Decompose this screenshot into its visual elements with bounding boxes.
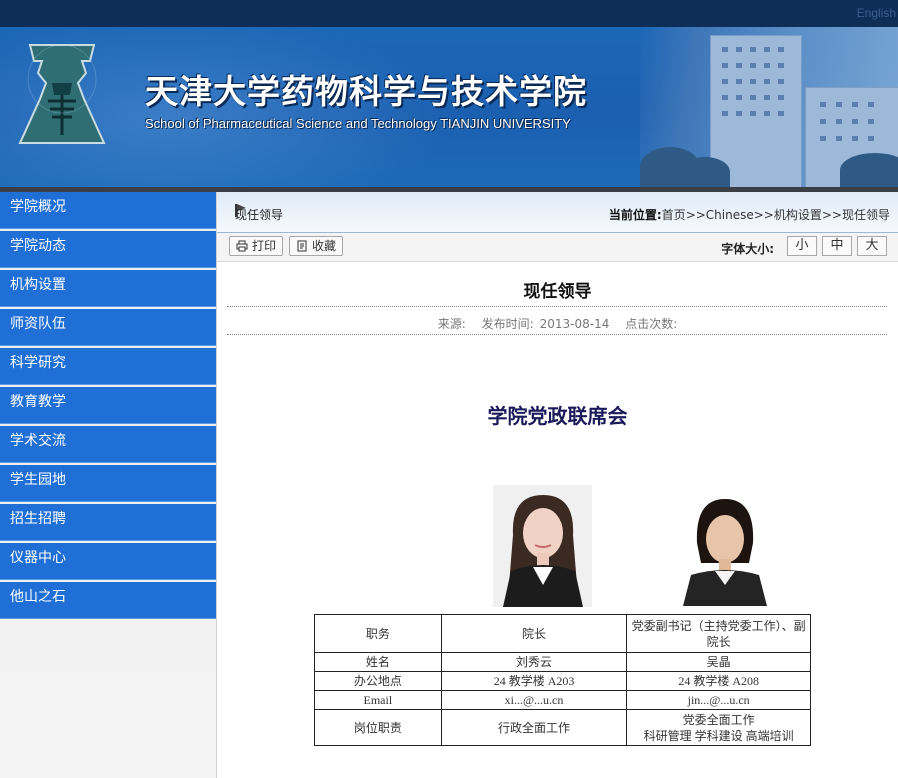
section-title: 学院党政联席会 — [487, 404, 628, 428]
breadcrumb-home[interactable]: 首页 — [662, 208, 686, 222]
sidebar-item-instrument-center[interactable]: 仪器中心 — [0, 543, 216, 580]
publish-date: 2013-08-14 — [539, 317, 610, 331]
bookmark-icon — [297, 240, 307, 252]
row-label: Email — [314, 690, 442, 710]
print-button[interactable]: 打印 — [229, 236, 284, 256]
breadcrumb-page-title: 现任领导 — [235, 208, 284, 222]
favorite-label: 收藏 — [312, 239, 337, 253]
sidebar-item-academic-exchange[interactable]: 学术交流 — [0, 426, 216, 463]
dean-name: 刘秀云 — [440, 652, 628, 672]
font-size-large-button[interactable]: 大 — [857, 236, 887, 256]
sidebar-item-organization[interactable]: 机构设置 — [0, 270, 216, 307]
breadcrumb-bar: 现任领导 当前位置:首页>>Chinese>>机构设置>>现任领导 — [217, 192, 898, 233]
header-banner: 天津大学药物科学与技术学院 School of Pharmaceutical S… — [0, 27, 898, 187]
row-label: 办公地点 — [314, 671, 442, 691]
clicks-label: 点击次数: — [625, 317, 678, 331]
breadcrumb-separator: >> — [685, 208, 706, 222]
leaders-table: 职务 院长 党委副书记（主持党委工作）、副院长 姓名 刘秀云 吴晶 办公地点 2… — [314, 614, 811, 746]
row-label: 职务 — [314, 614, 442, 653]
breadcrumb-chinese[interactable]: Chinese — [706, 208, 754, 222]
deputy-name: 吴晶 — [626, 652, 811, 672]
sidebar: 学院概况 学院动态 机构设置 师资队伍 科学研究 教育教学 学术交流 学生园地 … — [0, 192, 217, 778]
row-label: 岗位职责 — [314, 709, 442, 746]
font-size-label: 字体大小: — [721, 242, 774, 256]
font-size-medium-button[interactable]: 中 — [822, 236, 852, 256]
top-bar: English — [0, 0, 898, 27]
location-label: 当前位置: — [608, 208, 662, 222]
sidebar-item-admissions[interactable]: 招生招聘 — [0, 504, 216, 541]
sidebar-item-other-stones[interactable]: 他山之石 — [0, 582, 216, 619]
school-title-cn: 天津大学药物科学与技术学院 — [145, 72, 587, 111]
building-image — [640, 27, 898, 187]
sidebar-item-students[interactable]: 学生园地 — [0, 465, 216, 502]
breadcrumb-separator: >> — [753, 208, 774, 222]
table-row: 岗位职责 行政全面工作 党委全面工作 科研管理 学科建设 高端培训 — [314, 709, 811, 746]
deputy-duties: 党委全面工作 科研管理 学科建设 高端培训 — [626, 709, 811, 746]
dean-office: 24 教学楼 A203 — [440, 671, 628, 691]
deputy-position: 党委副书记（主持党委工作）、副院长 — [626, 614, 811, 653]
source-label: 来源: — [437, 317, 466, 331]
table-row: 办公地点 24 教学楼 A203 24 教学楼 A208 — [314, 671, 811, 691]
sidebar-item-research[interactable]: 科学研究 — [0, 348, 216, 385]
deputy-email[interactable]: jin...@...u.cn — [626, 690, 811, 710]
portrait-photo-dean — [493, 485, 592, 607]
deputy-office: 24 教学楼 A208 — [626, 671, 811, 691]
breadcrumb: 当前位置:首页>>Chinese>>机构设置>>现任领导 — [609, 206, 890, 223]
sidebar-item-news[interactable]: 学院动态 — [0, 231, 216, 268]
article-meta: 来源: 发布时间: 2013-08-14 点击次数: — [217, 315, 898, 332]
table-row: 姓名 刘秀云 吴晶 — [314, 652, 811, 672]
dean-position: 院长 — [440, 614, 628, 653]
dean-duties: 行政全面工作 — [440, 709, 628, 746]
breadcrumb-organization[interactable]: 机构设置 — [774, 208, 822, 222]
table-row: Email xi...@...u.cn jin...@...u.cn — [314, 690, 811, 710]
breadcrumb-separator: >> — [821, 208, 842, 222]
sidebar-item-faculty[interactable]: 师资队伍 — [0, 309, 216, 346]
school-logo[interactable] — [12, 39, 112, 149]
sidebar-item-overview[interactable]: 学院概况 — [0, 192, 216, 229]
print-label: 打印 — [252, 239, 277, 253]
divider — [227, 334, 887, 335]
sidebar-item-education[interactable]: 教育教学 — [0, 387, 216, 424]
row-label: 姓名 — [314, 652, 442, 672]
portrait-photo-deputy-secretary — [677, 493, 772, 606]
font-size-small-button[interactable]: 小 — [787, 236, 817, 256]
english-link[interactable]: English — [857, 6, 896, 20]
school-title-en: School of Pharmaceutical Science and Tec… — [145, 116, 571, 131]
printer-icon — [236, 240, 248, 252]
divider — [227, 306, 887, 307]
publish-label: 发布时间: — [481, 317, 534, 331]
main-content: 现任领导 当前位置:首页>>Chinese>>机构设置>>现任领导 打印 收藏 … — [217, 192, 898, 778]
table-row: 职务 院长 党委副书记（主持党委工作）、副院长 — [314, 614, 811, 653]
article-toolbar: 打印 收藏 字体大小: 小 中 大 — [217, 233, 898, 262]
favorite-button[interactable]: 收藏 — [289, 236, 344, 256]
dean-email[interactable]: xi...@...u.cn — [440, 690, 628, 710]
article-title: 现任领导 — [523, 282, 592, 302]
breadcrumb-current[interactable]: 现任领导 — [842, 208, 890, 222]
